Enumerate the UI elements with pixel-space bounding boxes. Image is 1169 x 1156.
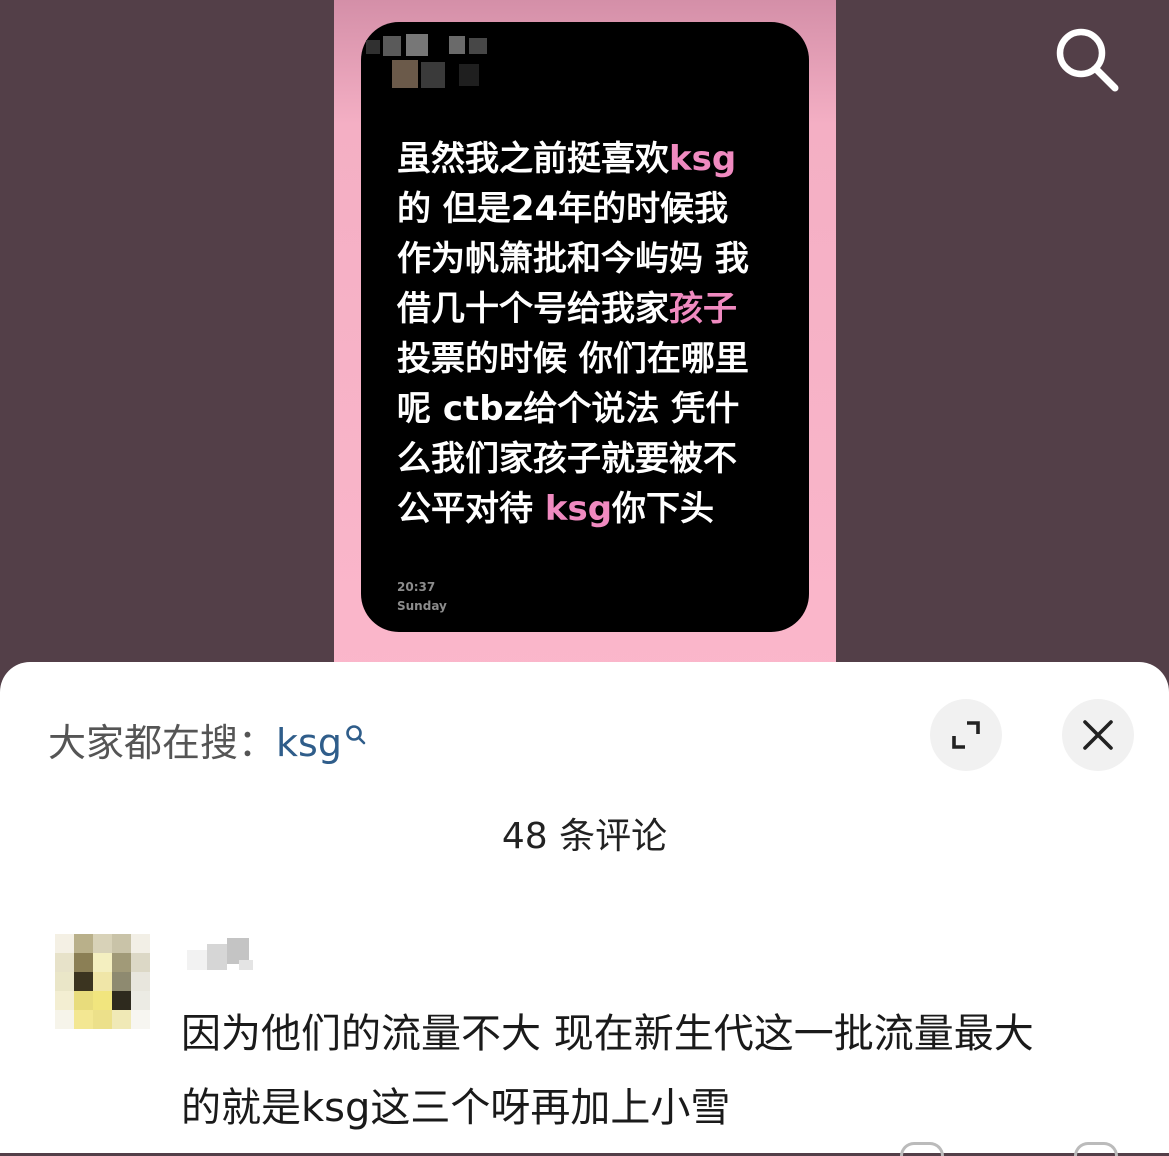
note-segment: 作为帆箫批和今屿妈 我 bbox=[397, 239, 749, 279]
note-segment: 么我们家孩子就要被不 bbox=[397, 439, 737, 479]
note-segment: 你下头 bbox=[612, 489, 715, 529]
close-icon bbox=[1083, 720, 1113, 750]
note-segment: 投票的时候 你们在哪里 bbox=[397, 339, 749, 379]
comments-sheet: 大家都在搜：ksg 48 条评论 因为他们的流量不大 现在新生代这一批流量最大 … bbox=[0, 662, 1169, 1156]
small-search-icon bbox=[344, 712, 368, 756]
note-segment: 虽然我之前挺喜欢 bbox=[397, 139, 669, 179]
avatar[interactable] bbox=[55, 934, 151, 1030]
expand-button[interactable] bbox=[930, 699, 1002, 771]
heart-icon[interactable] bbox=[900, 1142, 944, 1156]
note-text-line: 作为帆箫批和今屿妈 我 bbox=[397, 234, 777, 284]
note-card: 虽然我之前挺喜欢ksg 的 但是24年的时候我 作为帆箫批和今屿妈 我借几十个号给我… bbox=[361, 22, 809, 632]
comment-text: 因为他们的流量不大 现在新生代这一批流量最大 的就是ksg这三个呀再加上小雪 bbox=[181, 997, 1141, 1145]
note-text-line: 公平对待 ksg你下头 bbox=[397, 484, 777, 534]
comment-count: 48 条评论 bbox=[501, 816, 668, 857]
note-text-line: 虽然我之前挺喜欢ksg bbox=[397, 134, 777, 184]
search-icon bbox=[1056, 28, 1119, 92]
note-day: Sunday bbox=[397, 599, 447, 613]
note-segment: 借几十个号给我家 bbox=[397, 289, 669, 329]
note-text-line: 投票的时候 你们在哪里 bbox=[397, 334, 777, 384]
comment-text-line: 的就是ksg这三个呀再加上小雪 bbox=[181, 1085, 731, 1131]
note-text-line: 借几十个号给我家孩子 bbox=[397, 284, 777, 334]
heart-icon[interactable] bbox=[1074, 1142, 1118, 1156]
note-highlight: ksg bbox=[669, 139, 737, 179]
note-time: 20:37 bbox=[397, 580, 436, 594]
note-text-line: 么我们家孩子就要被不 bbox=[397, 434, 777, 484]
note-text: 虽然我之前挺喜欢ksg 的 但是24年的时候我 作为帆箫批和今屿妈 我借几十个号给我… bbox=[397, 134, 777, 534]
note-highlight: ksg bbox=[544, 489, 613, 529]
post-image[interactable]: 虽然我之前挺喜欢ksg 的 但是24年的时候我 作为帆箫批和今屿妈 我借几十个号给我… bbox=[334, 0, 836, 690]
note-text-line: 的 但是24年的时候我 bbox=[397, 184, 777, 234]
trending-search-prefix: 大家都在搜： bbox=[48, 721, 277, 765]
close-button[interactable] bbox=[1062, 699, 1134, 771]
note-highlight: 孩子 bbox=[669, 289, 737, 329]
trending-search-keyword[interactable]: ksg bbox=[276, 721, 342, 765]
comment-text-line: 因为他们的流量不大 现在新生代这一批流量最大 bbox=[181, 1011, 1034, 1057]
expand-icon bbox=[952, 721, 980, 749]
comment-username[interactable] bbox=[187, 934, 265, 974]
note-segment: 呢 ctbz给个说法 凭什 bbox=[397, 389, 740, 429]
note-text-line: 呢 ctbz给个说法 凭什 bbox=[397, 384, 777, 434]
post-viewer: 虽然我之前挺喜欢ksg 的 但是24年的时候我 作为帆箫批和今屿妈 我借几十个号给我… bbox=[0, 0, 1169, 690]
trending-search[interactable]: 大家都在搜：ksg bbox=[48, 712, 368, 767]
note-segment: 公平对待 bbox=[397, 489, 545, 529]
note-segment: 的 但是24年的时候我 bbox=[397, 189, 729, 229]
note-timestamp: 20:37 Sunday bbox=[397, 578, 447, 616]
search-button[interactable] bbox=[1052, 24, 1122, 94]
